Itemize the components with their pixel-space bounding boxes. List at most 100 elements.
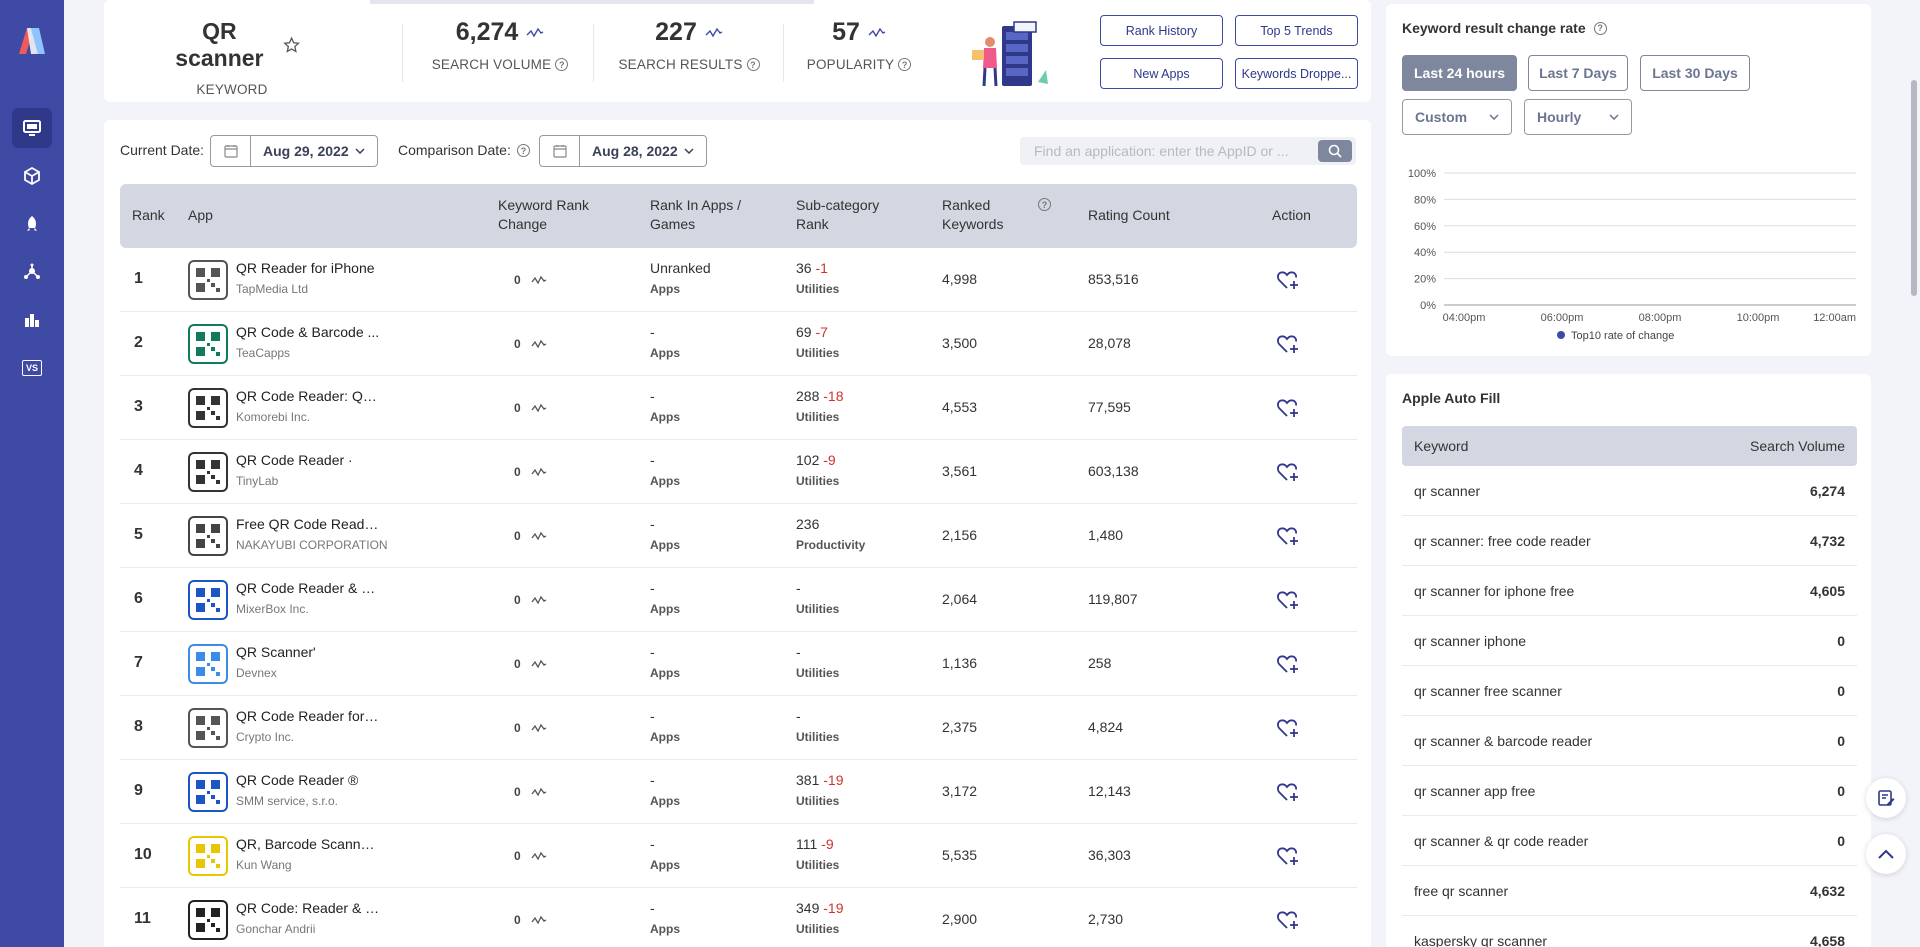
help-icon[interactable]: ?	[555, 58, 569, 71]
table-row[interactable]: 6 QR Code Reader & Q... MixerBox Inc. 0 - App…	[120, 568, 1357, 632]
help-icon[interactable]: ?	[1038, 198, 1051, 211]
app-name[interactable]: QR Code Reader & Q...	[236, 580, 381, 596]
app-name[interactable]: QR Scanner'	[236, 644, 381, 660]
sidebar-item-monitor[interactable]	[12, 108, 52, 148]
sparkline-icon[interactable]	[531, 467, 547, 477]
qr-code-reader-generator-icon[interactable]	[188, 900, 228, 940]
sparkline-icon[interactable]	[526, 27, 544, 39]
table-row[interactable]: 10 QR, Barcode Scanner... Kun Wang 0 - Apps 11…	[120, 824, 1357, 888]
auto-fill-row[interactable]: free qr scanner 4,632	[1402, 866, 1857, 916]
crypto-qr-reader-icon[interactable]	[188, 708, 228, 748]
qr-code-barcode-icon[interactable]	[188, 324, 228, 364]
header-rank-in-apps[interactable]: Rank In Apps / Games	[650, 196, 741, 234]
app-name[interactable]: QR Code Reader: Qui...	[236, 388, 381, 404]
sparkline-icon[interactable]	[531, 851, 547, 861]
keywords-dropped-button[interactable]: Keywords Droppe...	[1235, 58, 1358, 89]
favorite-button[interactable]	[1276, 781, 1300, 803]
top5-trends-button[interactable]: Top 5 Trends	[1235, 15, 1358, 46]
star-icon[interactable]	[283, 35, 300, 55]
sparkline-icon[interactable]	[531, 915, 547, 925]
mixerbox-qr-icon[interactable]	[188, 580, 228, 620]
qr-code-reader-icon[interactable]	[188, 388, 228, 428]
favorite-button[interactable]	[1276, 461, 1300, 483]
table-row[interactable]: 2 QR Code & Barcode ... TeaCapps 0 - Apps 69 -…	[120, 312, 1357, 376]
sparkline-icon[interactable]	[868, 27, 886, 39]
smm-qr-reader-icon[interactable]	[188, 772, 228, 812]
favorite-button[interactable]	[1276, 397, 1300, 419]
sidebar-item-rocket[interactable]	[12, 204, 52, 244]
table-row[interactable]: 9 QR Code Reader ® SMM service, s.r.o. 0 - Ap…	[120, 760, 1357, 824]
interval-select[interactable]: Hourly	[1524, 99, 1632, 135]
sparkline-icon[interactable]	[531, 659, 547, 669]
help-icon[interactable]: ?	[517, 144, 530, 157]
search-button[interactable]	[1318, 140, 1352, 162]
sparkline-icon[interactable]	[531, 723, 547, 733]
favorite-button[interactable]	[1276, 653, 1300, 675]
current-date-picker[interactable]: Aug 29, 2022	[210, 135, 378, 167]
scroll-top-button[interactable]	[1866, 834, 1906, 874]
table-row[interactable]: 11 QR Code: Reader & G... Gonchar Andrii 0 -…	[120, 888, 1357, 947]
last-30-days-button[interactable]: Last 30 Days	[1640, 55, 1750, 91]
auto-fill-row[interactable]: qr scanner iphone 0	[1402, 616, 1857, 666]
help-icon[interactable]: ?	[746, 58, 760, 71]
page-scrollbar[interactable]	[1911, 80, 1917, 296]
table-row[interactable]: 3 QR Code Reader: Qui... Komorebi Inc. 0 - Ap…	[120, 376, 1357, 440]
auto-fill-row[interactable]: qr scanner: free code reader 4,732	[1402, 516, 1857, 566]
notes-button[interactable]	[1866, 778, 1906, 818]
auto-fill-row[interactable]: kaspersky qr scanner 4,658	[1402, 916, 1857, 947]
comparison-date-picker[interactable]: Aug 28, 2022	[539, 135, 707, 167]
app-search-input[interactable]	[1020, 137, 1316, 165]
sidebar-item-cube[interactable]	[12, 156, 52, 196]
rank-history-button[interactable]: Rank History	[1100, 15, 1223, 46]
sparkline-icon[interactable]	[531, 787, 547, 797]
app-name[interactable]: QR Code Reader ®	[236, 772, 381, 788]
favorite-button[interactable]	[1276, 909, 1300, 931]
header-keyword-rank-change[interactable]: Keyword Rank Change	[498, 196, 589, 234]
devnex-qr-scanner-icon[interactable]	[188, 644, 228, 684]
auto-fill-row[interactable]: qr scanner 6,274	[1402, 466, 1857, 516]
new-apps-button[interactable]: New Apps	[1100, 58, 1223, 89]
sidebar-item-network[interactable]	[12, 252, 52, 292]
header-subcategory-rank[interactable]: Sub-category Rank	[796, 196, 879, 234]
header-app[interactable]: App	[188, 206, 213, 225]
auto-fill-row[interactable]: qr scanner & qr code reader 0	[1402, 816, 1857, 866]
sidebar-item-charts[interactable]	[12, 300, 52, 340]
table-row[interactable]: 8 QR Code Reader for i... Crypto Inc. 0 - App…	[120, 696, 1357, 760]
favorite-button[interactable]	[1276, 845, 1300, 867]
favorite-button[interactable]	[1276, 589, 1300, 611]
table-row[interactable]: 4 QR Code Reader · TinyLab 0 - Apps 102 -9 Util…	[120, 440, 1357, 504]
auto-fill-row[interactable]: qr scanner & barcode reader 0	[1402, 716, 1857, 766]
header-rank[interactable]: Rank	[132, 206, 165, 225]
table-row[interactable]: 5 Free QR Code Reade... NAKAYUBI CORPORATI…	[120, 504, 1357, 568]
app-name[interactable]: QR Code: Reader & G...	[236, 900, 381, 916]
sparkline-icon[interactable]	[531, 275, 547, 285]
sparkline-icon[interactable]	[705, 27, 723, 39]
header-ranked-keywords[interactable]: Ranked Keywords	[942, 196, 1003, 234]
auto-fill-row[interactable]: qr scanner for iphone free 4,605	[1402, 566, 1857, 616]
table-row[interactable]: 7 QR Scanner' Devnex 0 - Apps - Utilities 1,136…	[120, 632, 1357, 696]
app-name[interactable]: QR Reader for iPhone	[236, 260, 381, 276]
app-name[interactable]: Free QR Code Reade...	[236, 516, 381, 532]
sparkline-icon[interactable]	[531, 339, 547, 349]
free-qr-code-reader-icon[interactable]	[188, 516, 228, 556]
help-icon[interactable]: ?	[898, 58, 912, 71]
header-rating-count[interactable]: Rating Count	[1088, 206, 1170, 225]
favorite-button[interactable]	[1276, 269, 1300, 291]
qr-reader-iphone-icon[interactable]	[188, 260, 228, 300]
help-icon[interactable]: ?	[1593, 21, 1607, 35]
sparkline-icon[interactable]	[531, 531, 547, 541]
app-name[interactable]: QR Code & Barcode ...	[236, 324, 381, 340]
last-24-hours-button[interactable]: Last 24 hours	[1402, 55, 1517, 91]
favorite-button[interactable]	[1276, 525, 1300, 547]
app-name[interactable]: QR, Barcode Scanner...	[236, 836, 381, 852]
app-name[interactable]: QR Code Reader for i...	[236, 708, 381, 724]
sparkline-icon[interactable]	[531, 403, 547, 413]
auto-fill-row[interactable]: qr scanner app free 0	[1402, 766, 1857, 816]
table-row[interactable]: 1 QR Reader for iPhone TapMedia Ltd 0 Unrank…	[120, 248, 1357, 312]
last-7-days-button[interactable]: Last 7 Days	[1528, 55, 1628, 91]
qr-code-reader-tinylab-icon[interactable]	[188, 452, 228, 492]
sidebar-item-vs[interactable]: VS	[12, 348, 52, 388]
legend-label[interactable]: Top10 rate of change	[1571, 330, 1674, 342]
custom-range-select[interactable]: Custom	[1402, 99, 1512, 135]
favorite-button[interactable]	[1276, 333, 1300, 355]
